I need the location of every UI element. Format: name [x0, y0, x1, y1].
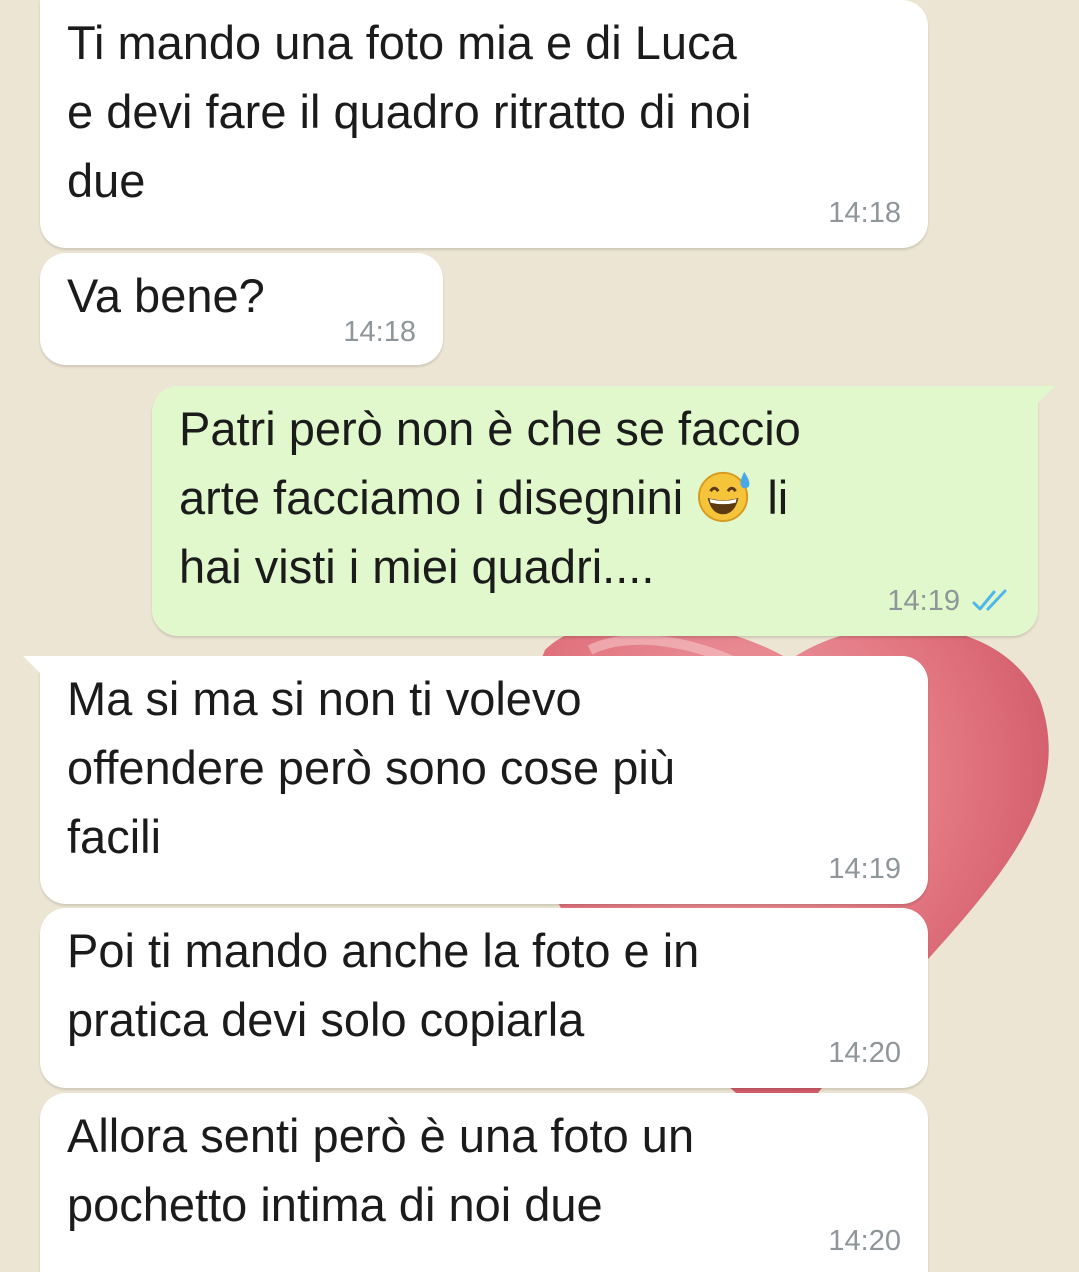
message-time: 14:19 [828, 853, 901, 885]
incoming-message[interactable]: Ma si ma si non ti volevo offendere però… [23, 656, 928, 904]
bubble-tail [1029, 386, 1055, 412]
message-text: Ti mando una foto mia e di Luca e devi f… [67, 16, 752, 207]
incoming-message[interactable]: Va bene? 14:18 [40, 253, 443, 365]
message-text: Allora senti però è una foto un pochetto… [67, 1109, 695, 1231]
message-text: Patri però non è che se faccio arte facc… [179, 402, 801, 593]
bubble-tail [23, 656, 49, 682]
message-time: 14:20 [828, 1225, 901, 1257]
message-time: 14:20 [828, 1037, 901, 1069]
double-check-icon [972, 589, 1007, 611]
message-time: 14:18 [343, 316, 416, 348]
incoming-message[interactable]: Ti mando una foto mia e di Luca e devi f… [40, 0, 928, 248]
incoming-message[interactable]: Poi ti mando anche la foto e in pratica … [40, 908, 928, 1088]
message-time: 14:18 [828, 197, 901, 229]
message-time: 14:19 [887, 585, 960, 617]
grinning-face-with-sweat-emoji [698, 471, 750, 522]
message-text: Ma si ma si non ti volevo offendere però… [67, 672, 675, 863]
incoming-message[interactable]: Allora senti però è una foto un pochetto… [40, 1093, 928, 1272]
message-text: Poi ti mando anche la foto e in pratica … [67, 924, 700, 1046]
outgoing-message[interactable]: Patri però non è che se faccio arte facc… [152, 386, 1055, 636]
